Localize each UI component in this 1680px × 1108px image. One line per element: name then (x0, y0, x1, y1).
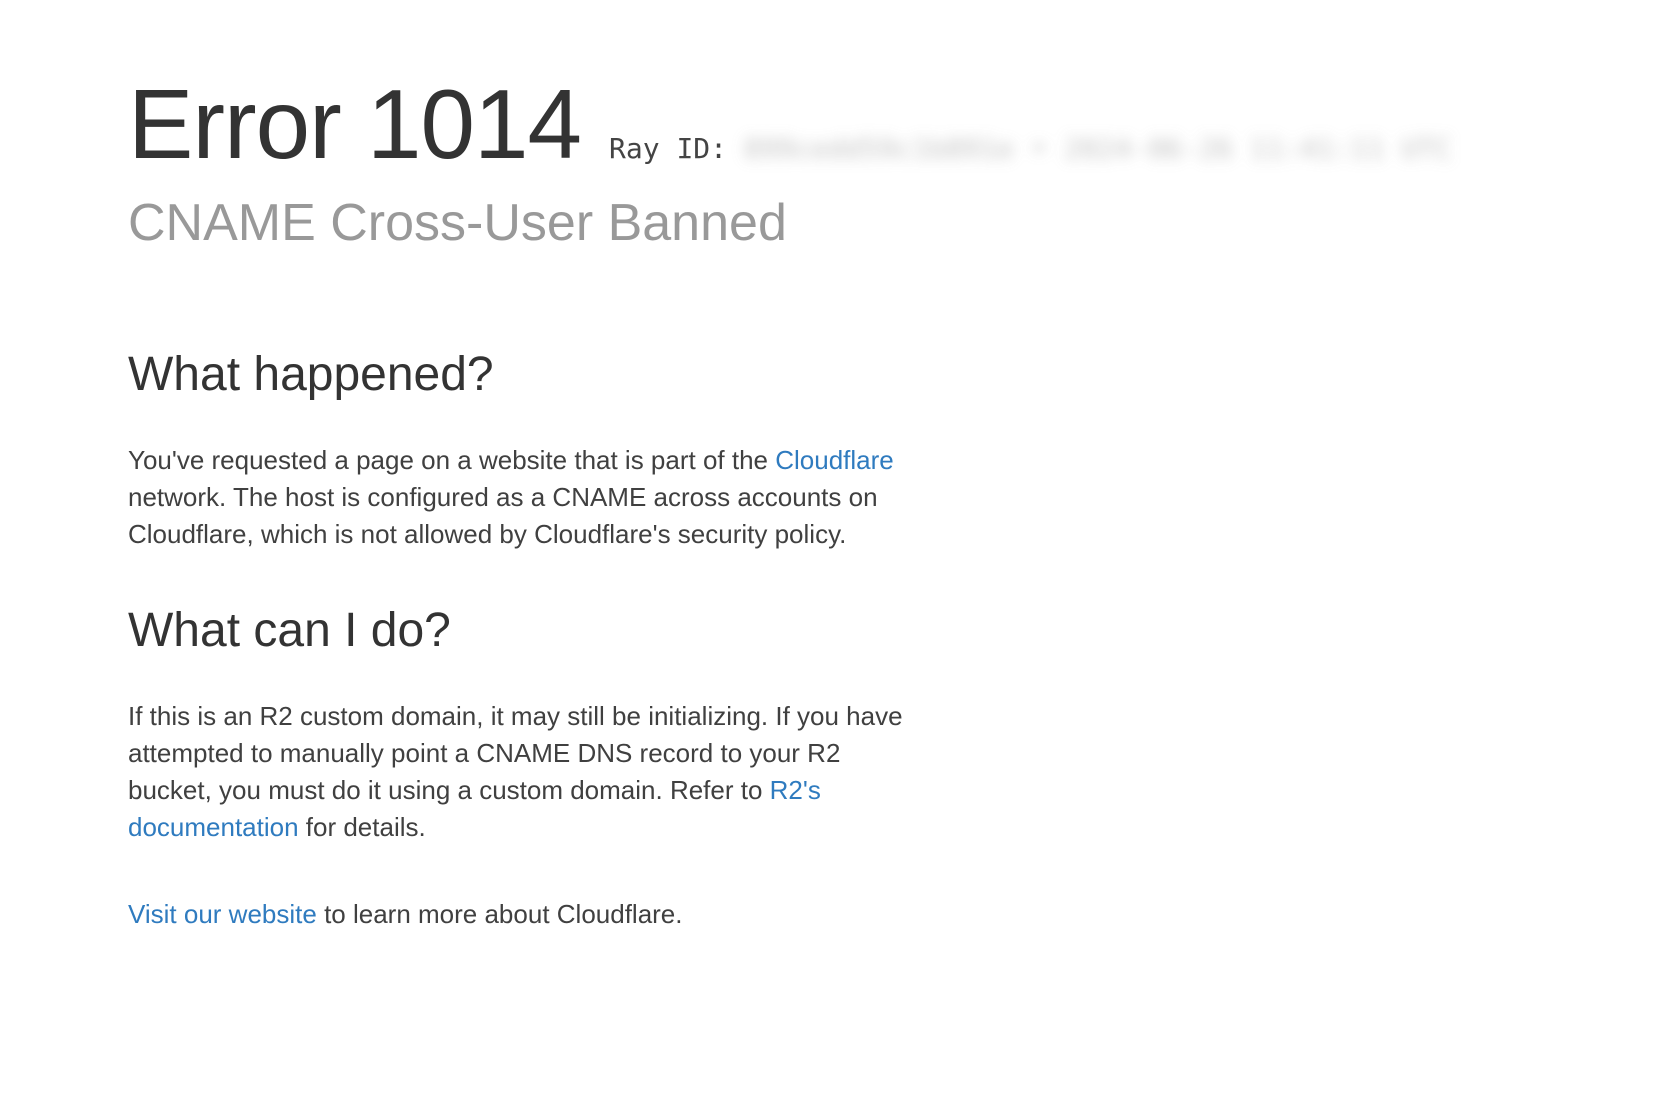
cloudflare-link[interactable]: Cloudflare (775, 445, 894, 475)
text-segment: You've requested a page on a website tha… (128, 445, 775, 475)
what-can-i-do-body-1: If this is an R2 custom domain, it may s… (128, 698, 918, 846)
visit-website-link[interactable]: Visit our website (128, 899, 317, 929)
text-segment: network. The host is configured as a CNA… (128, 482, 878, 549)
text-segment: for details. (299, 812, 426, 842)
content: What happened? You've requested a page o… (128, 347, 918, 933)
error-header: Error 1014 Ray ID: 899cedd59c1b891e • 20… (128, 75, 1552, 252)
what-happened-heading: What happened? (128, 347, 918, 402)
error-subtitle: CNAME Cross-User Banned (128, 195, 1552, 252)
ray-id-value: 899cedd59c1b891e • 2024-06-26 11:41:11 U… (744, 132, 1452, 165)
what-happened-body: You've requested a page on a website tha… (128, 442, 918, 553)
text-segment: to learn more about Cloudflare. (317, 899, 683, 929)
ray-id-label: Ray ID: (609, 132, 744, 165)
what-can-i-do-body-2: Visit our website to learn more about Cl… (128, 896, 918, 933)
ray-id-block: Ray ID: 899cedd59c1b891e • 2024-06-26 11… (609, 132, 1452, 165)
what-can-i-do-heading: What can I do? (128, 603, 918, 658)
title-row: Error 1014 Ray ID: 899cedd59c1b891e • 20… (128, 75, 1552, 173)
error-title: Error 1014 (128, 75, 581, 173)
